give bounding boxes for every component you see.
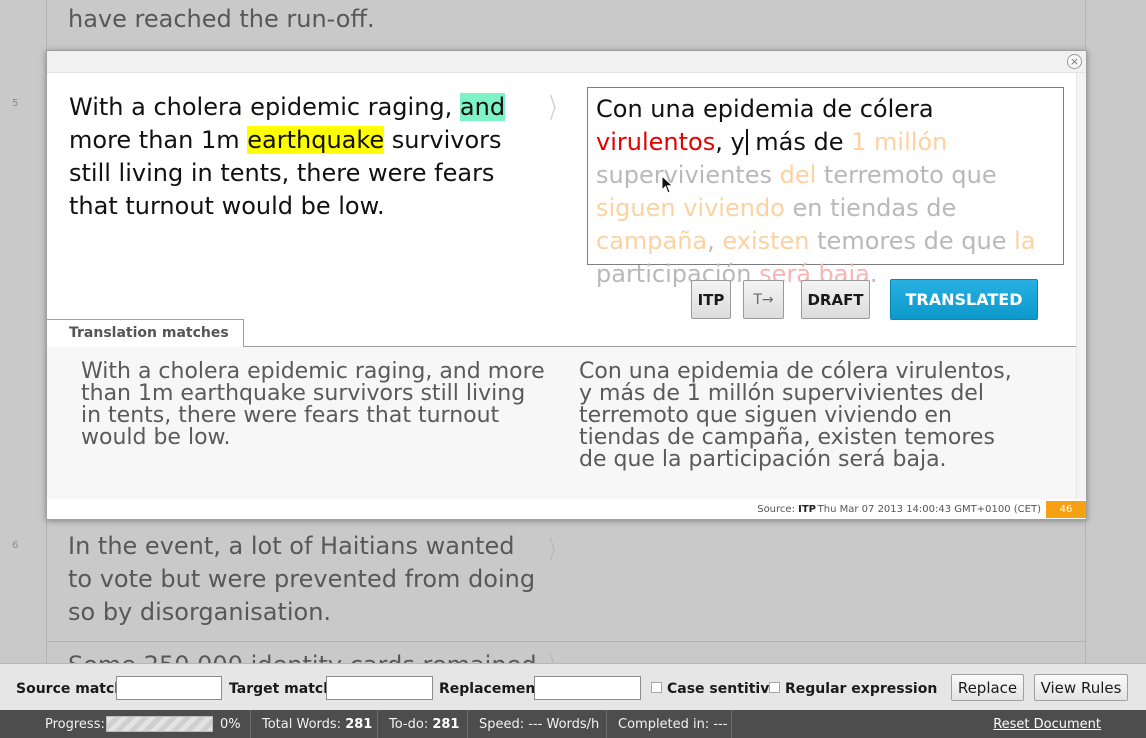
replacement-input[interactable] <box>534 676 641 700</box>
target-match-label: Target match <box>229 681 334 697</box>
source-match-label: Source match <box>16 681 125 697</box>
draft-button[interactable]: DRAFT <box>801 280 870 319</box>
target-fragment-gray: , <box>707 227 723 255</box>
itp-button[interactable]: ITP <box>691 280 731 319</box>
match-source-text: With a cholera epidemic raging, and more… <box>81 359 545 450</box>
target-fragment-gray: temores de que <box>809 227 1015 255</box>
segment-number: 5 <box>12 98 19 109</box>
target-fragment-black: y <box>730 128 745 156</box>
next-segment-chevron-icon: 〉 <box>548 536 564 566</box>
target-editor[interactable]: Con una epidemia de cólera virulentos, y… <box>587 87 1064 288</box>
card-top-bar: × <box>47 51 1086 73</box>
t-arrow-button[interactable]: T→ <box>743 280 784 319</box>
target-fragment-black: , <box>715 128 731 156</box>
mouse-pointer-icon <box>661 175 674 194</box>
source-label: Source: <box>757 504 795 515</box>
regex-checkbox[interactable] <box>769 682 780 693</box>
speed: Speed: --- Words/h <box>479 717 599 732</box>
partial-segment-chevron-icon: 〉 <box>549 646 563 663</box>
completed-value: --- <box>713 717 728 732</box>
speed-label: Speed: <box>479 717 525 732</box>
tab-translation-matches[interactable]: Translation matches <box>47 319 244 347</box>
total-words-label: Total Words: <box>262 717 342 732</box>
card-scrollbar[interactable] <box>1076 73 1086 499</box>
source-fragment: more than 1m <box>69 126 248 154</box>
completed-label: Completed in: <box>618 717 710 732</box>
highlighted-word: earthquake <box>247 126 385 154</box>
match-target-text[interactable]: Con una epidemia de cólera virulentos, y… <box>579 361 1029 471</box>
case-sensitive-label: Case sentitive <box>667 681 779 697</box>
target-fragment-orange: campaña <box>596 227 708 255</box>
status-bar: Progress: 0% Total Words: 281 To-do: 281… <box>0 710 1146 738</box>
target-fragment-gray: terremoto que <box>816 161 997 189</box>
speed-value: --- Words/h <box>528 717 600 732</box>
segment-badge: 46 <box>1046 501 1086 518</box>
progress-label: Progress: <box>45 717 105 732</box>
row-divider <box>46 641 1086 642</box>
target-fragment-black: Con una epidemia de cólera <box>596 95 934 123</box>
target-fragment-orange: existen <box>722 227 810 255</box>
total-words-value: 281 <box>345 717 373 732</box>
card-footer: Source: ITP Thu Mar 07 2013 14:00:43 GMT… <box>47 499 1086 519</box>
target-fragment-black: más de <box>747 128 852 156</box>
target-fragment-orange: la <box>1014 227 1036 255</box>
case-sensitive-checkbox[interactable] <box>651 682 662 693</box>
target-fragment-orange: del <box>779 161 817 189</box>
target-fragment-gray: participación <box>596 260 760 288</box>
completed-in: Completed in: --- <box>618 717 728 732</box>
divider <box>467 710 468 738</box>
divider <box>377 710 378 738</box>
reset-document-link[interactable]: Reset Document <box>993 717 1101 732</box>
search-replace-bar: Source match Target match Replacement Ca… <box>0 663 1146 710</box>
source-fragment: With a cholera epidemic raging, <box>69 93 460 121</box>
total-words: Total Words: 281 <box>262 717 372 732</box>
chevron-right-icon: 〉 <box>549 92 565 125</box>
partial-segment-text[interactable]: Some 250,000 identity cards remained <box>68 649 538 663</box>
target-fragment-gray: en tiendas de <box>784 194 957 222</box>
replacement-label: Replacement <box>439 681 543 697</box>
segment-number: 6 <box>12 540 19 551</box>
todo-label: To-do: <box>389 717 429 732</box>
source-info: Source: ITP <box>757 504 816 515</box>
target-match-input[interactable] <box>326 676 433 700</box>
previous-segment-text: have reached the run-off. <box>68 5 375 33</box>
divider <box>606 710 607 738</box>
highlighted-word: and <box>459 93 506 121</box>
active-segment-card: × With a cholera epidemic raging, and mo… <box>46 50 1087 520</box>
view-rules-button[interactable]: View Rules <box>1034 674 1128 701</box>
todo-words: To-do: 281 <box>389 717 459 732</box>
replace-button[interactable]: Replace <box>951 674 1024 701</box>
timestamp: Thu Mar 07 2013 14:00:43 GMT+0100 (CET) <box>817 504 1041 515</box>
target-fragment-gray: supervivientes <box>596 161 780 189</box>
todo-value: 281 <box>432 717 460 732</box>
regex-label: Regular expression <box>785 681 938 697</box>
target-fragment-gray: . <box>869 260 878 288</box>
translated-button[interactable]: TRANSLATED <box>890 279 1038 320</box>
divider <box>250 710 251 738</box>
divider <box>731 710 732 738</box>
source-value: ITP <box>798 504 816 515</box>
target-fragment-orange: 1 millón <box>851 128 948 156</box>
target-fragment-red: virulentos <box>596 128 716 156</box>
translation-matches-panel: With a cholera epidemic raging, and more… <box>47 347 1076 499</box>
source-text: With a cholera epidemic raging, and more… <box>69 91 519 223</box>
target-fragment-orange: siguen viviendo <box>596 194 785 222</box>
close-icon[interactable]: × <box>1067 54 1082 69</box>
progress-percent: 0% <box>220 717 241 732</box>
source-match-input[interactable] <box>116 676 222 700</box>
next-segment-text[interactable]: In the event, a lot of Haitians wanted t… <box>68 530 538 629</box>
progress-bar <box>106 716 213 732</box>
